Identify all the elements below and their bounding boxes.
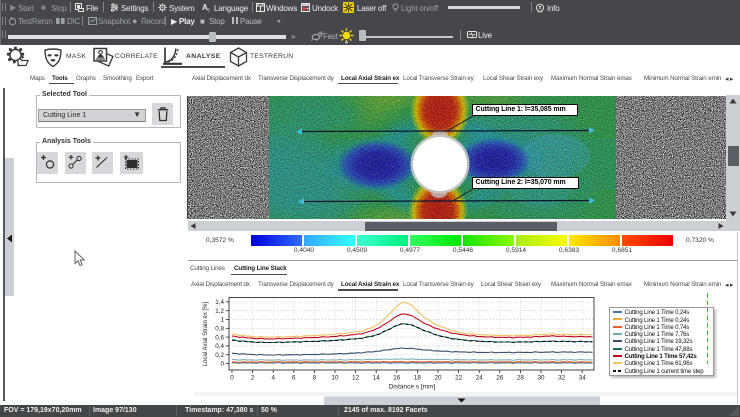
svg-text:12: 12 [352, 375, 360, 382]
svg-text:16: 16 [393, 375, 401, 382]
svg-text:20: 20 [434, 375, 442, 382]
svg-text:0,4: 0,4 [215, 343, 224, 350]
svg-text:Local Axial Strain ex [%]: Local Axial Strain ex [%] [203, 301, 209, 366]
svg-text:18: 18 [414, 375, 422, 382]
svg-text:1,2: 1,2 [215, 308, 224, 315]
svg-text:Distance s [mm]: Distance s [mm] [389, 384, 436, 391]
svg-text:0,8: 0,8 [215, 326, 224, 333]
svg-text:0,2: 0,2 [215, 352, 224, 359]
svg-text:0,6: 0,6 [215, 334, 224, 341]
svg-text:c: c [208, 8, 211, 13]
svg-text:0: 0 [220, 361, 224, 368]
svg-text:1: 1 [220, 317, 224, 324]
svg-text:28: 28 [517, 375, 525, 382]
svg-text:32: 32 [558, 375, 566, 382]
svg-text:2: 2 [251, 375, 255, 382]
svg-text:30: 30 [537, 375, 545, 382]
svg-text:10: 10 [331, 375, 339, 382]
svg-text:34: 34 [579, 375, 587, 382]
svg-text:1,4: 1,4 [215, 299, 224, 306]
svg-text:0: 0 [230, 375, 234, 382]
svg-text:24: 24 [476, 375, 484, 382]
svg-text:6: 6 [292, 375, 296, 382]
svg-text:4: 4 [271, 375, 275, 382]
svg-text:26: 26 [496, 375, 504, 382]
svg-text:22: 22 [455, 375, 463, 382]
svg-text:8: 8 [313, 375, 317, 382]
svg-text:14: 14 [373, 375, 381, 382]
